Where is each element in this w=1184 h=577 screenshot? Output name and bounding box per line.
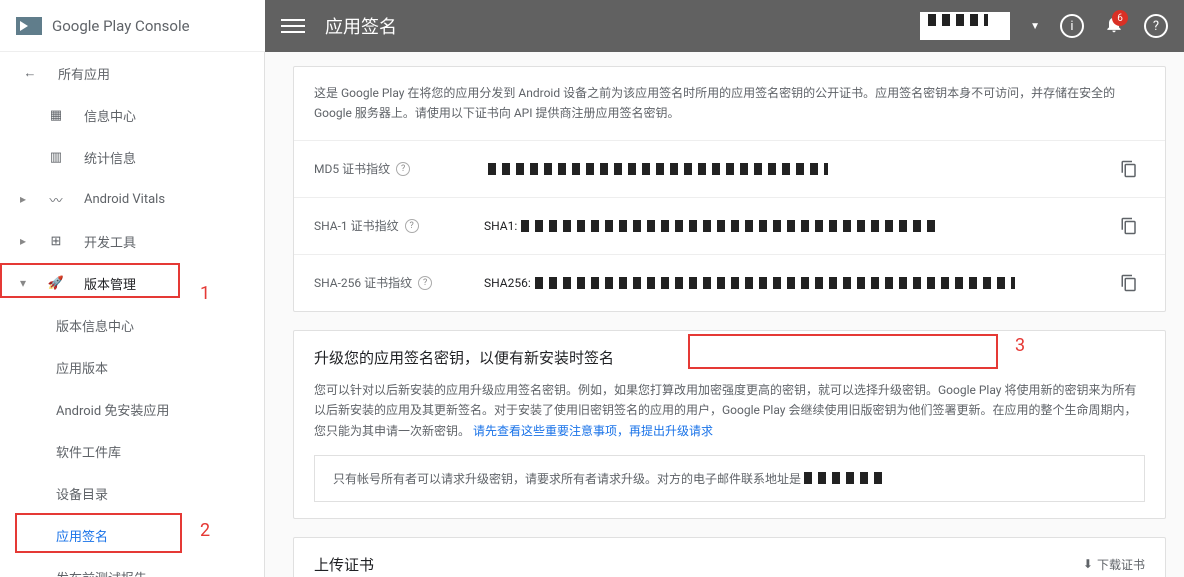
help-tooltip-icon[interactable]: ?: [405, 219, 419, 233]
notification-badge: 6: [1112, 10, 1128, 26]
sidebar: ← 所有应用 ▦ 信息中心 ▥ 统计信息 ▸〰 Android Vitals ▸…: [0, 52, 265, 577]
card-signing-cert: 这是 Google Play 在将您的应用分发到 Android 设备之前为该应…: [293, 66, 1166, 312]
annotation-1: 1: [200, 283, 210, 304]
sidebar-sub-artifact-library[interactable]: 软件工件库: [0, 430, 264, 472]
annotation-2: 2: [200, 520, 210, 541]
annotation-3: 3: [1015, 335, 1025, 356]
signing-cert-description: 这是 Google Play 在将您的应用分发到 Android 设备之前为该应…: [314, 83, 1145, 124]
rocket-icon: 🚀: [46, 273, 66, 293]
sidebar-item-dev-tools[interactable]: ▸⊞ 开发工具: [0, 220, 264, 262]
copy-button[interactable]: [1113, 267, 1145, 299]
info-icon[interactable]: i: [1060, 14, 1084, 38]
sidebar-sub-app-signing[interactable]: 应用签名: [0, 514, 264, 556]
back-to-all-apps[interactable]: ← 所有应用: [0, 52, 264, 94]
cert-row-md5: MD5 证书指纹?: [294, 140, 1165, 197]
topbar: 应用签名 ▼ i 6 ?: [265, 0, 1184, 52]
app-selector[interactable]: [920, 12, 1010, 40]
sidebar-item-vitals[interactable]: ▸〰 Android Vitals: [0, 178, 264, 220]
sidebar-item-dashboard[interactable]: ▦ 信息中心: [0, 94, 264, 136]
hamburger-menu-icon[interactable]: [281, 19, 305, 33]
main-content: 这是 Google Play 在将您的应用分发到 Android 设备之前为该应…: [265, 52, 1184, 577]
owner-notice: 只有帐号所有者可以请求升级密钥，请要求所有者请求升级。对方的电子邮件联系地址是: [314, 455, 1145, 502]
stats-icon: ▥: [46, 147, 66, 167]
download-cert-button[interactable]: ⬇ 下载证书: [1083, 556, 1145, 573]
help-tooltip-icon[interactable]: ?: [396, 162, 410, 176]
help-icon[interactable]: ?: [1144, 14, 1168, 38]
download-icon: ⬇: [1083, 557, 1093, 571]
card-upgrade-key: 升级您的应用签名密钥，以便有新安装时签名 您可以针对以后新安装的应用升级应用签名…: [293, 330, 1166, 519]
cert-row-sha1: SHA-1 证书指纹? SHA1:: [294, 197, 1165, 254]
sidebar-sub-app-releases[interactable]: 应用版本: [0, 346, 264, 388]
dev-tools-icon: ⊞: [46, 231, 66, 251]
dashboard-icon: ▦: [46, 105, 66, 125]
sidebar-item-stats[interactable]: ▥ 统计信息: [0, 136, 264, 178]
sidebar-sub-instant-apps[interactable]: Android 免安装应用: [0, 388, 264, 430]
play-console-logo-icon: [16, 17, 42, 35]
sidebar-item-release-mgmt[interactable]: ▾🚀 版本管理: [0, 262, 264, 304]
card-upload-cert: 上传证书 ⬇ 下载证书 这是您个人持有的上传密钥的公开证书。请使用您的上传密钥为…: [293, 537, 1166, 577]
copy-button[interactable]: [1113, 210, 1145, 242]
dropdown-caret-icon[interactable]: ▼: [1030, 21, 1040, 32]
sidebar-sub-prelaunch-report[interactable]: 发布前测试报告: [0, 556, 264, 577]
logo-text: Google Play Console: [52, 17, 190, 35]
notifications-icon[interactable]: 6: [1104, 14, 1124, 38]
sidebar-sub-release-dashboard[interactable]: 版本信息中心: [0, 304, 264, 346]
copy-button[interactable]: [1113, 153, 1145, 185]
help-tooltip-icon[interactable]: ?: [418, 276, 432, 290]
upload-cert-title: 上传证书: [314, 554, 374, 575]
vitals-icon: 〰: [46, 189, 66, 209]
page-title: 应用签名: [325, 13, 397, 39]
sidebar-sub-device-catalog[interactable]: 设备目录: [0, 472, 264, 514]
upgrade-description: 您可以针对以后新安装的应用升级应用签名密钥。例如，如果您打算改用加密强度更高的密…: [314, 380, 1145, 441]
back-arrow-icon: ←: [20, 63, 40, 83]
upgrade-info-link[interactable]: 请先查看这些重要注意事项，再提出升级请求: [473, 424, 713, 438]
cert-row-sha256: SHA-256 证书指纹? SHA256:: [294, 254, 1165, 311]
